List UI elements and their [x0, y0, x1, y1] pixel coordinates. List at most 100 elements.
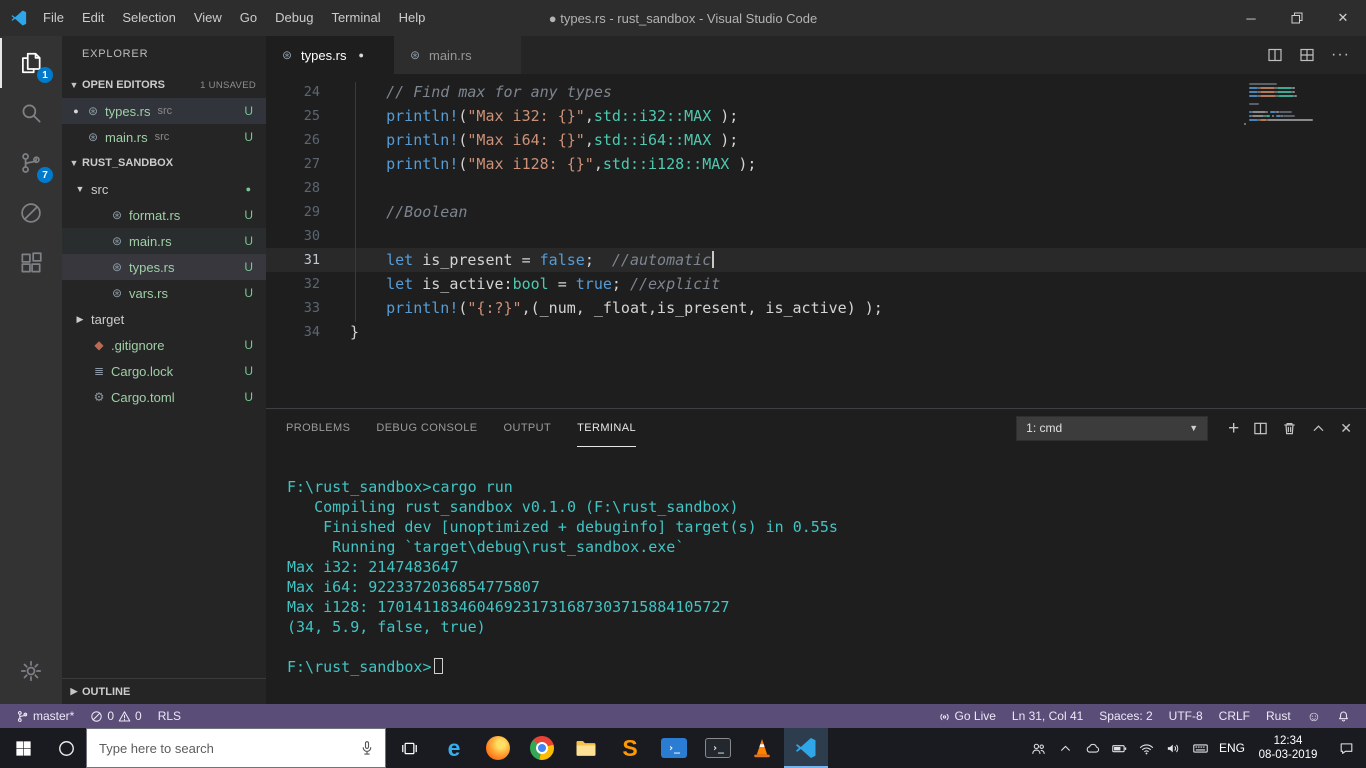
- open-editor-types.rs[interactable]: ● ⊛ types.rs src U: [62, 98, 266, 124]
- language-indicator[interactable]: ENG: [1214, 741, 1250, 755]
- touch-keyboard-icon[interactable]: [1187, 728, 1214, 768]
- code-line-34[interactable]: 34}: [266, 320, 1366, 344]
- rls-status[interactable]: RLS: [150, 704, 189, 728]
- indentation-indicator[interactable]: Spaces: 2: [1091, 704, 1160, 728]
- people-icon[interactable]: [1025, 728, 1052, 768]
- notifications-button[interactable]: [1329, 704, 1358, 728]
- action-center-icon[interactable]: [1326, 728, 1366, 768]
- taskbar-app-sublime[interactable]: S: [608, 728, 652, 768]
- tree-item-.gitignore[interactable]: ◆ .gitignore U: [62, 332, 266, 358]
- activitybar-source-control[interactable]: 7: [0, 138, 62, 188]
- tree-item-vars.rs[interactable]: ⊛ vars.rs U: [62, 280, 266, 306]
- tab-types.rs[interactable]: ⊛ types.rs ●: [266, 36, 394, 74]
- split-terminal-icon[interactable]: [1253, 421, 1268, 436]
- start-button[interactable]: [0, 728, 46, 768]
- menu-go[interactable]: Go: [231, 0, 266, 36]
- activitybar-search[interactable]: [0, 88, 62, 138]
- volume-icon[interactable]: [1160, 728, 1187, 768]
- activitybar-debug[interactable]: [0, 188, 62, 238]
- activitybar-extensions[interactable]: [0, 238, 62, 288]
- menu-file[interactable]: File: [34, 0, 73, 36]
- activitybar-explorer[interactable]: 1: [0, 38, 62, 88]
- git-branch-indicator[interactable]: master*: [8, 704, 82, 728]
- close-button[interactable]: ✕: [1320, 0, 1366, 36]
- problems-indicator[interactable]: 0 0: [82, 704, 149, 728]
- cursor-position[interactable]: Ln 31, Col 41: [1004, 704, 1091, 728]
- window-controls: ─ ✕: [1228, 0, 1366, 36]
- minimap[interactable]: [1244, 82, 1356, 126]
- workspace-header[interactable]: ▼ RUST_SANDBOX: [62, 150, 266, 176]
- panel-tab-output[interactable]: OUTPUT: [504, 409, 552, 447]
- open-editor-main.rs[interactable]: ⊛ main.rs src U: [62, 124, 266, 150]
- split-editor-icon[interactable]: [1267, 47, 1283, 63]
- restore-button[interactable]: [1274, 0, 1320, 36]
- close-panel-icon[interactable]: ✕: [1340, 420, 1352, 437]
- task-view-button[interactable]: [386, 728, 432, 768]
- feedback-button[interactable]: ☺: [1299, 704, 1329, 728]
- code-line-26[interactable]: 26 println!("Max i64: {}",std::i64::MAX …: [266, 128, 1366, 152]
- taskbar-app-explorer[interactable]: [564, 728, 608, 768]
- kill-terminal-icon[interactable]: [1282, 421, 1297, 436]
- settings-button[interactable]: [0, 646, 62, 696]
- terminal-output[interactable]: F:\rust_sandbox>cargo run Compiling rust…: [266, 447, 1366, 704]
- tree-item-types.rs[interactable]: ⊛ types.rs U: [62, 254, 266, 280]
- code-line-28[interactable]: 28: [266, 176, 1366, 200]
- taskbar-clock[interactable]: 12:34 08-03-2019: [1250, 734, 1326, 762]
- open-editors-header[interactable]: ▼ OPEN EDITORS 1 UNSAVED: [62, 72, 266, 98]
- menu-debug[interactable]: Debug: [266, 0, 322, 36]
- toggle-layout-icon[interactable]: [1299, 47, 1315, 63]
- maximize-panel-icon[interactable]: [1311, 421, 1326, 436]
- extensions-icon: [18, 250, 44, 276]
- tree-item-Cargo.lock[interactable]: ≣ Cargo.lock U: [62, 358, 266, 384]
- tree-item-Cargo.toml[interactable]: ⚙ Cargo.toml U: [62, 384, 266, 410]
- panel-tab-terminal[interactable]: TERMINAL: [577, 409, 636, 447]
- taskbar-app-cmd[interactable]: ›_: [696, 728, 740, 768]
- code-line-25[interactable]: 25 println!("Max i32: {}",std::i32::MAX …: [266, 104, 1366, 128]
- taskbar-app-chrome[interactable]: [520, 728, 564, 768]
- code-line-32[interactable]: 32 let is_active:bool = true; //explicit: [266, 272, 1366, 296]
- menu-terminal[interactable]: Terminal: [322, 0, 389, 36]
- menu-help[interactable]: Help: [390, 0, 435, 36]
- more-actions-icon[interactable]: ···: [1331, 46, 1350, 64]
- microphone-icon[interactable]: [349, 739, 385, 757]
- outline-header[interactable]: ▶ OUTLINE: [62, 678, 266, 704]
- minimize-button[interactable]: ─: [1228, 0, 1274, 36]
- taskbar-app-vlc[interactable]: [740, 728, 784, 768]
- menubar: File Edit Selection View Go Debug Terminal Help: [34, 0, 434, 36]
- menu-edit[interactable]: Edit: [73, 0, 113, 36]
- code-line-29[interactable]: 29 //Boolean: [266, 200, 1366, 224]
- taskbar-app-edge[interactable]: e: [432, 728, 476, 768]
- taskbar-app-powershell[interactable]: ›_: [652, 728, 696, 768]
- encoding-indicator[interactable]: UTF-8: [1161, 704, 1211, 728]
- code-editor[interactable]: 24 // Find max for any types 25 println!(…: [266, 74, 1366, 408]
- tree-item-target[interactable]: ▶ target: [62, 306, 266, 332]
- battery-icon[interactable]: [1106, 728, 1133, 768]
- search-input[interactable]: [87, 740, 349, 756]
- panel-tab-problems[interactable]: PROBLEMS: [286, 409, 350, 447]
- menu-selection[interactable]: Selection: [113, 0, 184, 36]
- code-text: let is_active:bool = true; //explicit: [386, 275, 721, 293]
- language-mode[interactable]: Rust: [1258, 704, 1299, 728]
- menu-view[interactable]: View: [185, 0, 231, 36]
- code-line-24[interactable]: 24 // Find max for any types: [266, 80, 1366, 104]
- go-live-button[interactable]: Go Live: [930, 704, 1004, 728]
- terminal-select[interactable]: 1: cmd ▼: [1016, 415, 1209, 441]
- tree-item-src[interactable]: ▼ src ●: [62, 176, 266, 202]
- taskbar-app-vscode[interactable]: [784, 728, 828, 768]
- code-line-27[interactable]: 27 println!("Max i128: {}",std::i128::MA…: [266, 152, 1366, 176]
- code-line-31[interactable]: 31 let is_present = false; //automatic: [266, 248, 1366, 272]
- line-number: 30: [303, 228, 320, 244]
- tab-main.rs[interactable]: ⊛ main.rs: [394, 36, 522, 74]
- tree-item-format.rs[interactable]: ⊛ format.rs U: [62, 202, 266, 228]
- tree-item-main.rs[interactable]: ⊛ main.rs U: [62, 228, 266, 254]
- code-line-30[interactable]: 30: [266, 224, 1366, 248]
- cortana-button[interactable]: [46, 728, 86, 768]
- new-terminal-icon[interactable]: +: [1228, 419, 1239, 438]
- chevron-up-icon[interactable]: [1052, 728, 1079, 768]
- cloud-icon[interactable]: [1079, 728, 1106, 768]
- code-line-33[interactable]: 33 println!("{:?}",(_num, _float,is_pres…: [266, 296, 1366, 320]
- panel-tab-debug-console[interactable]: DEBUG CONSOLE: [376, 409, 477, 447]
- taskbar-app-firefox[interactable]: [476, 728, 520, 768]
- wifi-icon[interactable]: [1133, 728, 1160, 768]
- eol-indicator[interactable]: CRLF: [1211, 704, 1258, 728]
